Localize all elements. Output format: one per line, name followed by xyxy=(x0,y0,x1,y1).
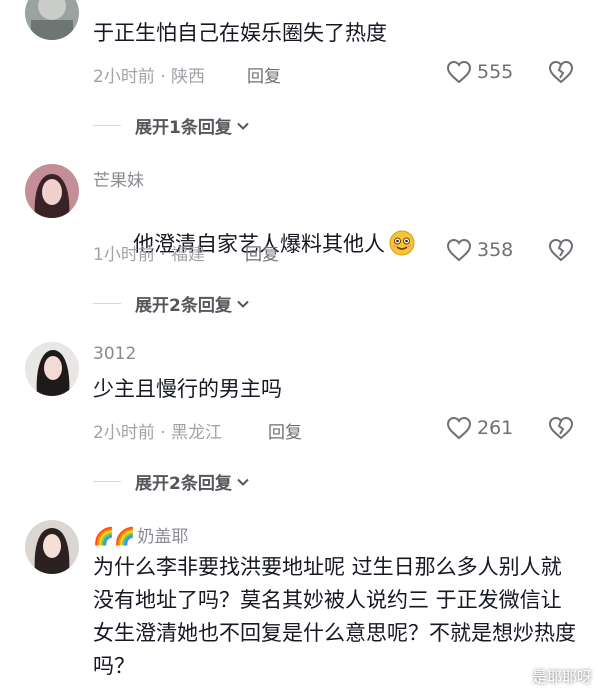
divider-line xyxy=(93,125,121,126)
like-count: 261 xyxy=(477,417,514,439)
dislike-button[interactable] xyxy=(548,416,574,444)
avatar[interactable] xyxy=(25,520,79,574)
avatar[interactable] xyxy=(25,342,79,396)
avatar[interactable] xyxy=(25,164,79,218)
reply-button[interactable]: 回复 xyxy=(268,418,302,443)
divider-line xyxy=(93,303,121,304)
smiling-face-emoji xyxy=(389,230,415,256)
avatar[interactable] xyxy=(25,0,79,40)
watermark: 是耶耶呀 xyxy=(531,668,592,686)
comment-text: 为什么李非要找洪要地址呢 过生日那么多人别人就没有地址了吗？莫名其妙被人说约三 … xyxy=(93,555,576,678)
like-count: 358 xyxy=(477,239,514,261)
chevron-down-icon xyxy=(237,478,249,486)
like-button[interactable]: 261 xyxy=(446,415,513,441)
reply-button[interactable]: 回复 xyxy=(245,240,279,265)
comment-text: 少主且慢行的男主吗 xyxy=(93,377,282,401)
expand-replies-label: 展开1条回复 xyxy=(135,118,232,138)
like-button[interactable]: 555 xyxy=(446,59,513,85)
broken-heart-icon xyxy=(548,238,574,262)
expand-replies-button[interactable]: 展开1条回复 xyxy=(93,113,251,138)
expand-replies-button[interactable]: 展开2条回复 xyxy=(93,291,251,316)
chevron-down-icon xyxy=(237,122,249,130)
comment-list: 于正生怕自己在娱乐圈失了热度 2小时前 · 陕西 回复 555 展开1条回复 芒… xyxy=(0,0,600,695)
heart-icon xyxy=(446,416,472,440)
username[interactable]: 芒果妹 xyxy=(93,166,144,191)
comment-time-location: 1小时前 · 福建 xyxy=(93,245,206,265)
broken-heart-icon xyxy=(548,416,574,440)
comment-text: 于正生怕自己在娱乐圈失了热度 xyxy=(93,21,387,45)
username[interactable]: 3012 xyxy=(93,344,136,364)
expand-replies-label: 展开2条回复 xyxy=(135,474,232,494)
expand-replies-label: 展开2条回复 xyxy=(135,296,232,316)
divider-line xyxy=(93,481,121,482)
chevron-down-icon xyxy=(237,300,249,308)
rainbow-emoji: 🌈🌈 xyxy=(93,527,136,547)
dislike-button[interactable] xyxy=(548,60,574,88)
reply-button[interactable]: 回复 xyxy=(247,62,281,87)
comment-time-location: 2小时前 · 陕西 xyxy=(93,67,206,87)
like-count: 555 xyxy=(477,61,514,83)
dislike-button[interactable] xyxy=(548,238,574,266)
like-button[interactable]: 358 xyxy=(446,237,513,263)
username-text: 奶盖耶 xyxy=(137,527,189,547)
heart-icon xyxy=(446,238,472,262)
broken-heart-icon xyxy=(548,60,574,84)
expand-replies-button[interactable]: 展开2条回复 xyxy=(93,469,251,494)
comment-time-location: 2小时前 · 黑龙江 xyxy=(93,423,223,443)
heart-icon xyxy=(446,60,472,84)
username[interactable]: 🌈🌈 奶盖耶 xyxy=(93,522,188,547)
